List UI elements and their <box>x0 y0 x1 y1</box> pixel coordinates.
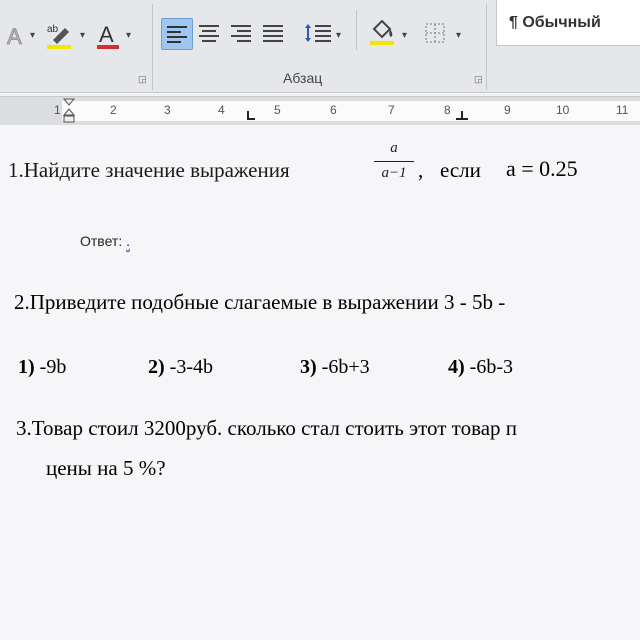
ruler-number: 11 <box>616 103 629 117</box>
highlight-color-bar <box>47 45 71 49</box>
option-value: -6b-3 <box>469 356 513 378</box>
fraction-denominator: a−1 <box>381 165 407 181</box>
paint-bucket-icon <box>370 19 394 45</box>
horizontal-ruler[interactable]: 1 2 3 4 5 6 7 8 9 10 11 <box>0 96 640 126</box>
question-1-if-word: если <box>440 158 481 182</box>
ribbon-separator <box>486 4 487 90</box>
style-normal[interactable]: ¶ Обычный <box>496 0 640 46</box>
ruler-number: 10 <box>556 103 570 117</box>
option-value: -6b+3 <box>321 356 370 378</box>
tab-stop-icon[interactable] <box>456 111 468 121</box>
ruler-number: 2 <box>110 103 117 117</box>
line-spacing-button[interactable] <box>302 18 334 48</box>
question-1-text: 1.Найдите значение выражения <box>8 158 290 182</box>
question-1-condition: a = 0.25 <box>506 156 578 181</box>
align-center-button[interactable] <box>194 18 224 48</box>
document-page[interactable] <box>0 125 640 640</box>
borders-button[interactable] <box>420 18 450 48</box>
svg-text:A: A <box>99 22 114 47</box>
paragraph-dialog-launcher-icon[interactable]: ◲ <box>474 74 483 85</box>
ruler-text-area <box>62 101 640 121</box>
line-spacing-dropdown-icon[interactable]: ▾ <box>336 30 341 41</box>
font-color-dropdown-icon[interactable]: ▾ <box>126 30 131 41</box>
option-number: 3) <box>300 356 317 378</box>
highlight-button[interactable]: ab <box>44 20 76 50</box>
align-left-icon <box>167 26 187 43</box>
align-right-button[interactable] <box>226 18 256 48</box>
font-color-button[interactable]: A <box>94 20 122 50</box>
ruler-number: 8 <box>444 103 451 117</box>
fraction-bar <box>374 161 414 162</box>
option-number: 1) <box>18 356 35 378</box>
borders-dropdown-icon[interactable]: ▾ <box>456 30 461 41</box>
option-number: 4) <box>448 356 465 378</box>
ruler-number: 1 <box>54 103 61 117</box>
highlighter-icon: ab <box>47 24 71 49</box>
svg-text:A: A <box>7 25 22 47</box>
ribbon-separator <box>356 10 357 50</box>
option-2: 2) -3-4b <box>148 356 213 379</box>
justify-button[interactable] <box>258 18 288 48</box>
shading-button[interactable] <box>366 16 398 48</box>
option-1: 1) -9b <box>18 356 66 379</box>
ribbon: A ▾ ab ▾ A ▾ ▾ ▾ ▾ ¶ Обычный ◲ Абзац ◲ <box>0 0 640 93</box>
style-normal-label: ¶ Обычный <box>509 13 601 31</box>
question-3-line-1: 3.Товар стоил 3200руб. сколько стал стои… <box>16 416 518 440</box>
answer-line: Ответ: . <box>80 233 130 249</box>
option-value: -9b <box>39 356 67 378</box>
answer-mark: . <box>126 233 130 249</box>
answer-label: Ответ: <box>80 233 123 249</box>
highlight-dropdown-icon[interactable]: ▾ <box>80 30 85 41</box>
line-spacing-icon <box>305 24 331 42</box>
option-3: 3) -6b+3 <box>300 356 370 379</box>
ruler-number: 5 <box>274 103 281 117</box>
text-effects-icon[interactable]: A <box>2 22 30 50</box>
ruler-number: 7 <box>388 103 395 117</box>
option-4: 4) -6b-3 <box>448 356 513 379</box>
fraction-numerator: a <box>390 140 398 156</box>
align-left-button[interactable] <box>161 18 193 50</box>
borders-icon <box>425 23 445 43</box>
text-effects-dropdown-icon[interactable]: ▾ <box>30 30 35 41</box>
align-right-icon <box>231 25 251 42</box>
ruler-number: 6 <box>330 103 337 117</box>
paragraph-group-label: Абзац <box>283 70 323 86</box>
question-1-comma: , <box>418 158 424 182</box>
align-center-icon <box>199 25 219 42</box>
svg-text:ab: ab <box>47 24 59 35</box>
tab-stop-icon[interactable] <box>246 111 256 121</box>
ruler-number: 9 <box>504 103 511 117</box>
fraction-expression: a a−1 <box>372 140 416 182</box>
option-value: -3-4b <box>169 356 213 378</box>
shading-dropdown-icon[interactable]: ▾ <box>402 30 407 41</box>
question-3-line-2: цены на 5 %? <box>46 456 166 480</box>
ribbon-separator <box>152 4 153 90</box>
font-color-icon: A <box>97 22 119 49</box>
indent-marker-icon[interactable] <box>62 97 76 125</box>
question-2-text: 2.Приведите подобные слагаемые в выражен… <box>14 290 506 314</box>
ruler-number: 3 <box>164 103 171 117</box>
option-number: 2) <box>148 356 165 378</box>
justify-icon <box>263 25 283 42</box>
font-dialog-launcher-icon[interactable]: ◲ <box>138 74 147 85</box>
ruler-number: 4 <box>218 103 225 117</box>
